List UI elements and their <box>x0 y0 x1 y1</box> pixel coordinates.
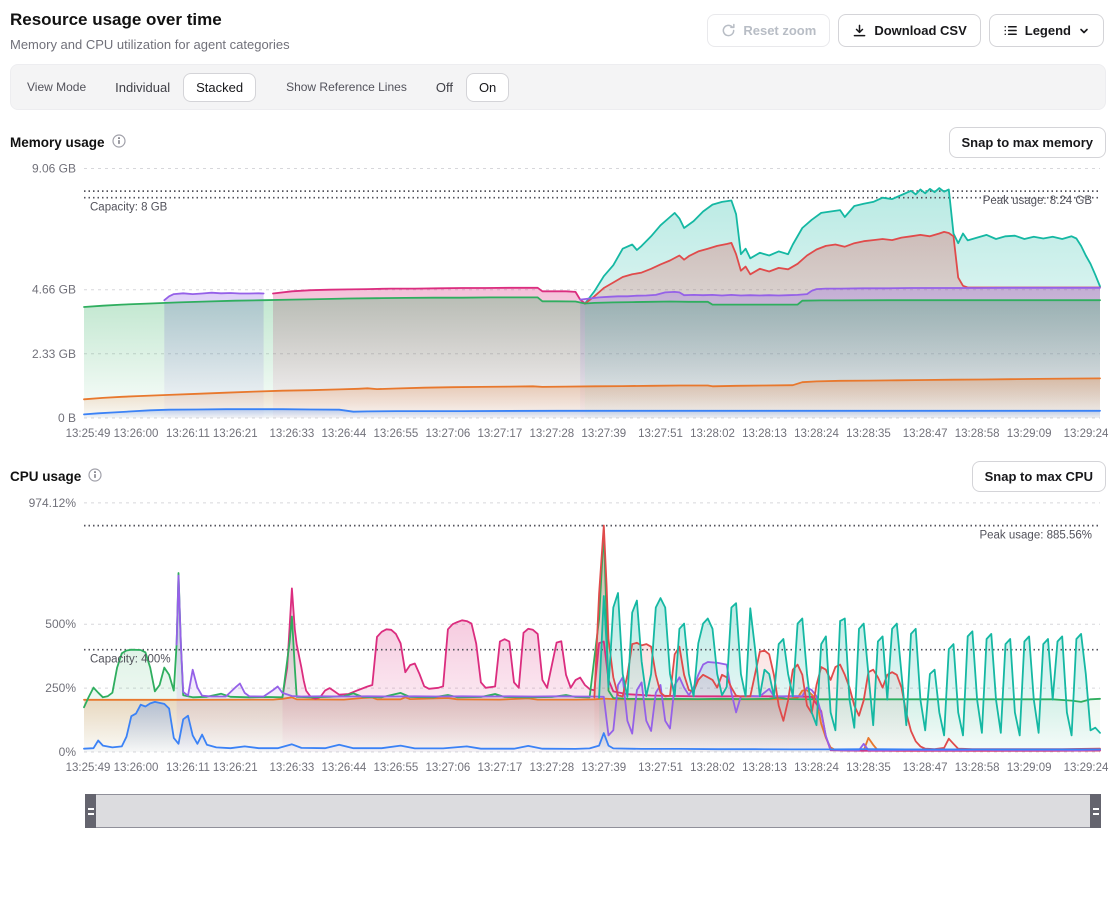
view-mode-individual-button[interactable]: Individual <box>102 73 183 102</box>
svg-text:13:28:02: 13:28:02 <box>690 428 735 440</box>
download-csv-button[interactable]: Download CSV <box>838 14 980 47</box>
svg-text:13:26:33: 13:26:33 <box>270 428 315 440</box>
chevron-down-icon <box>1078 25 1090 37</box>
svg-text:13:27:28: 13:27:28 <box>529 428 574 440</box>
brush-left-handle[interactable] <box>85 794 96 828</box>
cpu-section-header: CPU usage Snap to max CPU <box>10 461 1106 492</box>
snap-to-max-cpu-button[interactable]: Snap to max CPU <box>972 461 1106 492</box>
svg-text:13:29:09: 13:29:09 <box>1007 762 1052 774</box>
svg-text:250%: 250% <box>45 681 76 695</box>
svg-text:13:26:44: 13:26:44 <box>322 428 367 440</box>
memory-usage-title: Memory usage <box>10 134 126 151</box>
svg-text:13:28:35: 13:28:35 <box>846 762 891 774</box>
show-reference-lines-label: Show Reference Lines <box>286 80 407 94</box>
svg-text:13:27:17: 13:27:17 <box>477 428 522 440</box>
svg-text:Peak usage: 885.56%: Peak usage: 885.56% <box>979 530 1092 542</box>
cpu-usage-title: CPU usage <box>10 468 102 485</box>
svg-text:974.12%: 974.12% <box>29 496 77 510</box>
svg-text:2.33 GB: 2.33 GB <box>32 347 76 361</box>
svg-text:13:26:21: 13:26:21 <box>213 762 258 774</box>
memory-chart[interactable]: 9.06 GB 4.66 GB 2.33 GB 0 B 13:25:4913:26:00… <box>0 160 1116 444</box>
svg-text:13:26:33: 13:26:33 <box>270 762 315 774</box>
svg-text:13:26:21: 13:26:21 <box>213 428 258 440</box>
svg-text:13:27:06: 13:27:06 <box>425 762 470 774</box>
svg-text:13:27:06: 13:27:06 <box>425 428 470 440</box>
svg-text:13:28:24: 13:28:24 <box>794 762 839 774</box>
svg-text:13:25:49: 13:25:49 <box>66 428 111 440</box>
reference-lines-on-button[interactable]: On <box>466 73 509 102</box>
svg-text:13:28:02: 13:28:02 <box>690 762 735 774</box>
svg-text:13:26:11: 13:26:11 <box>166 428 210 440</box>
svg-text:13:25:49: 13:25:49 <box>66 762 111 774</box>
download-icon <box>852 23 867 38</box>
cpu-chart[interactable]: 974.12% 500% 250% 0% 13:25:4913:26:00 13:26:1… <box>0 494 1116 778</box>
svg-text:13:27:17: 13:27:17 <box>477 762 522 774</box>
svg-text:13:26:55: 13:26:55 <box>374 428 419 440</box>
svg-text:13:28:58: 13:28:58 <box>955 762 1000 774</box>
svg-text:13:29:24: 13:29:24 <box>1064 428 1109 440</box>
svg-text:13:28:13: 13:28:13 <box>742 762 787 774</box>
svg-text:500%: 500% <box>45 617 76 631</box>
svg-text:13:28:58: 13:28:58 <box>955 428 1000 440</box>
reset-zoom-button[interactable]: Reset zoom <box>707 14 830 47</box>
brush-right-handle[interactable] <box>1090 794 1101 828</box>
view-mode-label: View Mode <box>27 80 86 94</box>
brush-grip-icon <box>88 808 94 815</box>
svg-text:9.06 GB: 9.06 GB <box>32 162 76 176</box>
svg-text:13:27:51: 13:27:51 <box>638 428 683 440</box>
svg-text:4.66 GB: 4.66 GB <box>32 283 76 297</box>
header-actions: Reset zoom Download CSV Legend <box>707 6 1104 47</box>
svg-text:13:27:39: 13:27:39 <box>581 428 626 440</box>
svg-text:13:26:11: 13:26:11 <box>166 762 210 774</box>
svg-text:13:26:55: 13:26:55 <box>374 762 419 774</box>
svg-text:13:28:24: 13:28:24 <box>794 428 839 440</box>
svg-text:13:28:13: 13:28:13 <box>742 428 787 440</box>
svg-text:0 B: 0 B <box>58 411 76 425</box>
svg-text:13:28:47: 13:28:47 <box>903 428 948 440</box>
view-mode-stacked-button[interactable]: Stacked <box>183 73 256 102</box>
svg-text:13:28:35: 13:28:35 <box>846 428 891 440</box>
svg-text:13:29:09: 13:29:09 <box>1007 428 1052 440</box>
page-title: Resource usage over time <box>10 10 290 30</box>
svg-text:13:28:47: 13:28:47 <box>903 762 948 774</box>
refresh-icon <box>721 23 736 38</box>
svg-text:13:27:39: 13:27:39 <box>581 762 626 774</box>
brush-grip-icon <box>1093 808 1099 815</box>
time-brush[interactable] <box>85 794 1101 828</box>
snap-to-max-memory-button[interactable]: Snap to max memory <box>949 127 1107 158</box>
svg-text:Capacity: 8 GB: Capacity: 8 GB <box>90 202 168 214</box>
svg-text:13:26:44: 13:26:44 <box>322 762 367 774</box>
svg-text:13:27:28: 13:27:28 <box>529 762 574 774</box>
reference-lines-off-button[interactable]: Off <box>423 73 466 102</box>
cpu-info-icon[interactable] <box>88 468 102 485</box>
legend-button[interactable]: Legend <box>989 14 1104 47</box>
svg-text:Capacity: 400%: Capacity: 400% <box>90 654 171 666</box>
time-brush-container <box>0 778 1116 848</box>
page-subtitle: Memory and CPU utilization for agent cat… <box>10 37 290 52</box>
svg-text:13:29:24: 13:29:24 <box>1064 762 1109 774</box>
legend-list-icon <box>1003 23 1018 38</box>
page-header: Resource usage over time Memory and CPU … <box>0 0 1116 52</box>
svg-text:Peak usage: 8.24 GB: Peak usage: 8.24 GB <box>983 195 1093 207</box>
header-text: Resource usage over time Memory and CPU … <box>10 6 290 52</box>
memory-info-icon[interactable] <box>112 134 126 151</box>
svg-text:13:26:00: 13:26:00 <box>114 762 159 774</box>
svg-text:0%: 0% <box>59 745 77 759</box>
svg-text:13:27:51: 13:27:51 <box>638 762 683 774</box>
chart-controls-bar: View Mode Individual Stacked Show Refere… <box>10 64 1106 110</box>
memory-section-header: Memory usage Snap to max memory <box>10 127 1106 158</box>
svg-text:13:26:00: 13:26:00 <box>114 428 159 440</box>
